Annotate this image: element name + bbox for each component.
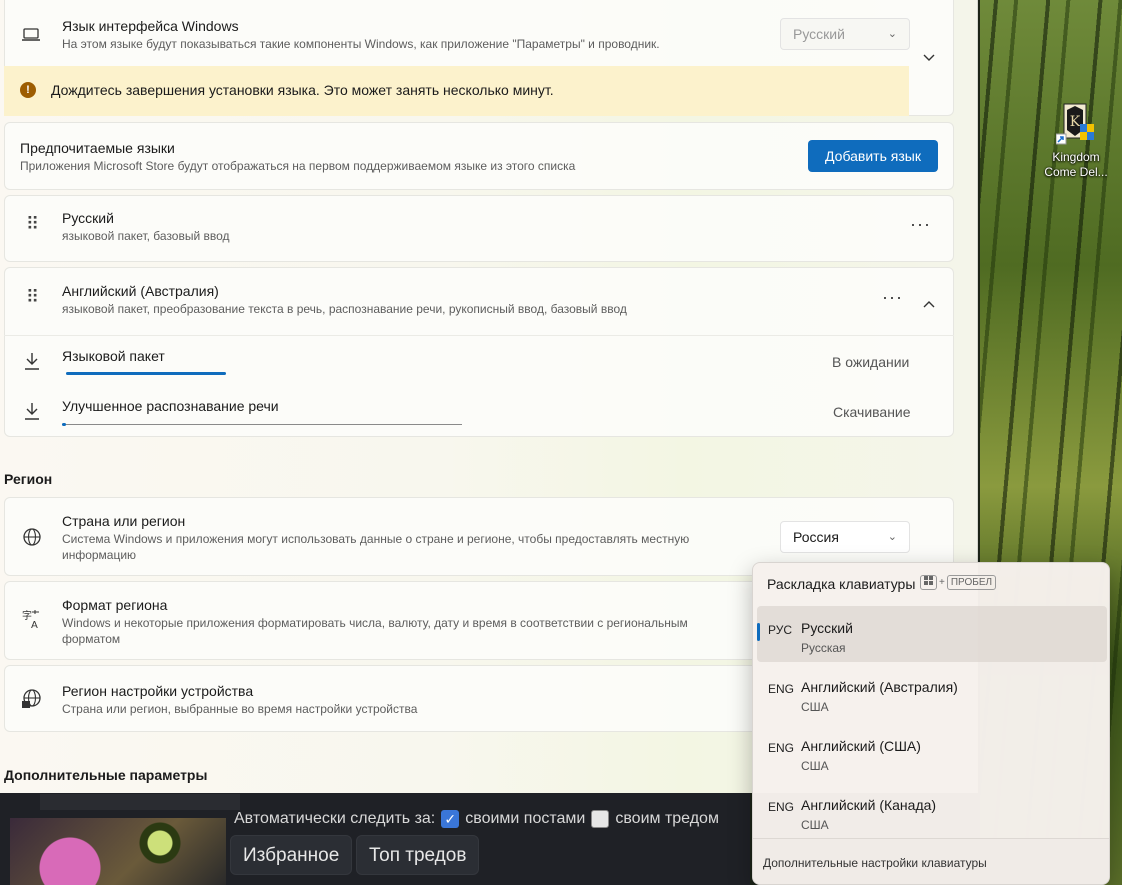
game-icon: K	[1055, 100, 1096, 148]
download-status: Скачивание	[833, 404, 911, 420]
layout-name: Английский (Канада)	[801, 797, 937, 813]
auto-watch-label: Автоматически следить за:	[234, 810, 436, 827]
preferred-languages-subtitle: Приложения Microsoft Store будут отображ…	[20, 159, 576, 173]
region-format-subtitle: Windows и некоторые приложения форматиро…	[62, 616, 688, 646]
language-format-icon: 字A	[21, 608, 43, 630]
speech-progress-fill	[62, 423, 66, 426]
divider	[4, 335, 954, 336]
shortcut-plus: +	[939, 577, 945, 588]
desktop-shortcut-kingdom-come[interactable]: K Kingdom Come Del...	[1044, 100, 1108, 180]
collapse-chevron-icon[interactable]	[922, 296, 936, 314]
svg-text:K: K	[1070, 114, 1081, 130]
layout-variant: США	[801, 759, 829, 773]
layout-name: Английский (Австралия)	[801, 679, 958, 695]
layout-code: РУС	[768, 623, 793, 637]
svg-text:A: A	[31, 620, 38, 630]
favorites-button[interactable]: Избранное	[230, 835, 353, 875]
own-thread-checkbox[interactable]	[591, 810, 610, 828]
setup-region-subtitle: Страна или регион, выбранные во время на…	[62, 702, 418, 716]
download-icon	[21, 350, 43, 372]
download-label: Улучшенное распознавание речи	[62, 398, 279, 414]
setup-region-title: Регион настройки устройства	[62, 683, 254, 699]
chevron-down-icon: ⌄	[887, 531, 897, 543]
download-label: Языковой пакет	[62, 348, 165, 364]
expand-chevron-icon[interactable]	[922, 50, 936, 66]
warning-text: Дождитесь завершения установки языка. Эт…	[51, 82, 554, 98]
own-posts-checkbox[interactable]: ✓	[441, 810, 460, 828]
region-section-header: Регион	[4, 471, 53, 487]
layout-code: ENG	[768, 682, 795, 696]
country-value: Россия	[793, 529, 839, 545]
windows-key-icon	[920, 575, 937, 590]
shortcut-hint: + ПРОБЕЛ	[920, 575, 997, 590]
auto-watch-row: Автоматически следить за: ✓ своими поста…	[234, 810, 719, 828]
top-threads-button[interactable]: Топ тредов	[356, 835, 480, 875]
speech-progress-track	[62, 424, 462, 425]
layout-name: Русский	[801, 620, 853, 636]
language-features: языковой пакет, базовый ввод	[62, 229, 230, 243]
layout-item-english-us[interactable]: ENG Английский (США) США	[757, 724, 1107, 780]
add-language-button[interactable]: Добавить язык	[808, 140, 938, 172]
language-pack-progress	[66, 372, 226, 375]
desktop-shortcut-label: Kingdom Come Del...	[1044, 150, 1108, 179]
own-posts-label[interactable]: своими постами	[465, 810, 585, 828]
layout-variant: Русская	[801, 641, 846, 655]
country-select[interactable]: Россия ⌄	[780, 521, 910, 553]
selection-indicator	[757, 623, 760, 641]
drag-handle-icon[interactable]: ⠿	[26, 215, 39, 233]
flyout-title: Раскладка клавиатуры	[767, 576, 916, 592]
country-subtitle: Система Windows и приложения могут испол…	[62, 532, 690, 562]
globe-icon	[21, 526, 43, 548]
flyout-footer: Дополнительные настройки клавиатуры	[753, 838, 1109, 884]
layout-variant: США	[801, 818, 829, 832]
more-options-icon[interactable]: ···	[882, 287, 903, 308]
browser-title-fragment	[40, 794, 240, 810]
layout-name: Английский (США)	[801, 738, 921, 754]
more-options-icon[interactable]: ···	[910, 214, 931, 235]
more-keyboard-settings-link[interactable]: Дополнительные настройки клавиатуры	[763, 856, 987, 870]
browser-window: Автоматически следить за: ✓ своими поста…	[0, 790, 750, 885]
display-language-title: Язык интерфейса Windows	[62, 18, 239, 34]
country-title: Страна или регион	[62, 513, 186, 529]
own-thread-label[interactable]: своим тредом	[615, 810, 719, 828]
thread-thumbnail[interactable]	[10, 818, 226, 885]
space-key: ПРОБЕЛ	[946, 575, 997, 590]
display-language-select[interactable]: Русский ⌄	[780, 18, 910, 50]
region-format-title: Формат региона	[62, 597, 168, 613]
display-language-value: Русский	[793, 26, 845, 42]
laptop-icon	[20, 24, 42, 46]
language-name: Русский	[62, 210, 114, 226]
language-name: Английский (Австралия)	[62, 283, 219, 299]
advanced-section-header: Дополнительные параметры	[4, 767, 208, 783]
keyboard-layout-flyout: Раскладка клавиатуры + ПРОБЕЛ РУС Русски…	[752, 562, 1110, 885]
warning-icon: !	[20, 82, 36, 98]
layout-variant: США	[801, 700, 829, 714]
drag-handle-icon[interactable]: ⠿	[26, 288, 39, 306]
download-icon	[21, 400, 43, 422]
layout-item-english-australia[interactable]: ENG Английский (Австралия) США	[757, 665, 1107, 721]
chevron-down-icon: ⌄	[887, 28, 897, 40]
download-status: В ожидании	[832, 354, 910, 370]
layout-item-russian[interactable]: РУС Русский Русская	[757, 606, 1107, 662]
install-warning-bar: ! Дождитесь завершения установки языка. …	[4, 66, 909, 116]
language-features: языковой пакет, преобразование текста в …	[62, 302, 627, 316]
layout-code: ENG	[768, 800, 795, 814]
layout-item-english-canada[interactable]: ENG Английский (Канада) США	[757, 783, 1107, 839]
globe-monitor-icon	[21, 688, 43, 710]
layout-code: ENG	[768, 741, 795, 755]
display-language-subtitle: На этом языке будут показываться такие к…	[62, 37, 660, 51]
preferred-languages-title: Предпочитаемые языки	[20, 140, 175, 156]
